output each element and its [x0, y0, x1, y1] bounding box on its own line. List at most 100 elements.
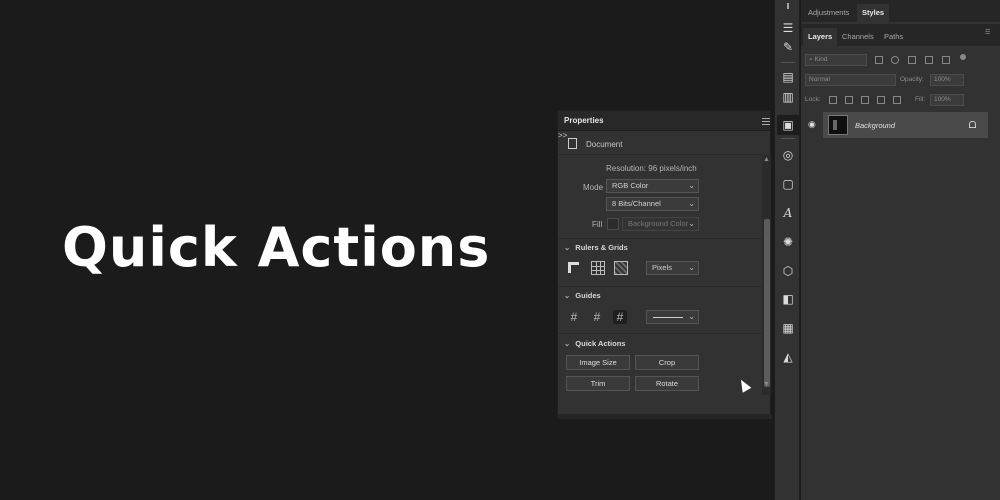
rotate-button[interactable]: Rotate [635, 376, 699, 391]
fill-label: Fill [592, 220, 603, 229]
mode-label: Mode [583, 183, 604, 192]
chevron-down-icon: ⌄ [688, 181, 695, 190]
tab-channels[interactable]: Channels [837, 28, 879, 46]
divider [558, 333, 762, 334]
lock-position-icon[interactable] [861, 96, 869, 104]
panel-resize-bar[interactable] [558, 414, 772, 419]
chevron-down-icon: ⌄ [688, 312, 695, 321]
type-filter-icon[interactable] [908, 56, 916, 64]
gradient-icon[interactable]: ◧ [781, 292, 795, 306]
pixel-filter-icon[interactable] [875, 56, 883, 64]
quick-actions-header[interactable]: ⌄ Quick Actions [564, 339, 625, 348]
divider [558, 286, 762, 287]
units-value: Pixels [652, 263, 673, 272]
tab-adjustments[interactable]: Adjustments [803, 4, 854, 22]
lock-all-icon[interactable] [893, 96, 901, 104]
brush-icon[interactable]: ✎ [781, 40, 795, 54]
glyph-icon[interactable]: ✺ [781, 235, 795, 249]
resolution-text: Resolution: 96 pixels/inch [606, 164, 697, 173]
bit-depth-value: 8 Bits/Channel [612, 199, 661, 208]
units-dropdown[interactable]: Pixels ⌄ [646, 261, 699, 275]
navigator-icon[interactable]: ◎ [781, 148, 795, 162]
divider [781, 62, 795, 63]
pixel-grid-toggle-icon[interactable] [614, 261, 628, 275]
opacity-field[interactable]: 100% [930, 74, 964, 86]
layer-lock-icon [969, 121, 976, 128]
chevron-down-icon: ⌄ [564, 339, 571, 348]
properties-sliders-icon[interactable]: ☰ [781, 21, 795, 35]
adjustment-filter-icon[interactable] [891, 56, 899, 64]
notes-icon[interactable]: ▥ [781, 90, 795, 104]
guide-style-dropdown[interactable]: ⌄ [646, 310, 699, 324]
lock-artboard-icon[interactable] [877, 96, 885, 104]
lock-label: Lock: [805, 96, 821, 103]
adjustments-tab-bar: Adjustments Styles [801, 0, 1000, 22]
rulers-toggle-icon[interactable] [568, 262, 579, 273]
lock-pixels-icon[interactable] [845, 96, 853, 104]
chevron-down-icon: ⌄ [688, 219, 695, 228]
layer-row-background[interactable]: Background [823, 112, 988, 138]
guides-toggle-icon[interactable]: # [567, 310, 581, 324]
smart-guides-icon[interactable]: # [613, 310, 627, 324]
mode-dropdown[interactable]: RGB Color ⌄ [606, 179, 699, 193]
scrollbar-thumb[interactable] [764, 219, 770, 387]
kind-placeholder: Kind [814, 56, 828, 63]
tab-paths[interactable]: Paths [879, 28, 908, 46]
fill-label: Fill: [915, 96, 926, 103]
blend-mode-dropdown[interactable]: Normal [805, 74, 896, 86]
grid-icon[interactable]: ▦ [781, 321, 795, 335]
bit-depth-dropdown[interactable]: 8 Bits/Channel ⌄ [606, 197, 699, 211]
panel-menu-icon[interactable]: ☰ [985, 29, 990, 36]
properties-header[interactable]: Properties [558, 111, 770, 131]
visibility-eye-icon[interactable]: ◉ [808, 119, 816, 130]
properties-title: Properties [564, 116, 604, 125]
smart-object-filter-icon[interactable] [942, 56, 950, 64]
guides-title: Guides [575, 291, 601, 300]
rulers-grids-title: Rulers & Grids [575, 243, 628, 252]
chevron-down-icon: ⌄ [688, 199, 695, 208]
crop-button[interactable]: Crop [635, 355, 699, 370]
image-size-button[interactable]: Image Size [566, 355, 630, 370]
scroll-down-icon[interactable]: ▼ [763, 381, 770, 388]
layer-thumbnail [828, 115, 848, 135]
fill-value: Background Color [628, 219, 689, 228]
chevron-down-icon: ⌄ [564, 291, 571, 300]
quick-actions-title: Quick Actions [575, 339, 626, 348]
properties-icon[interactable]: ▣ [777, 115, 799, 135]
shape-filter-icon[interactable] [925, 56, 933, 64]
rulers-grids-header[interactable]: ⌄ Rulers & Grids [564, 243, 628, 252]
scroll-up-icon[interactable]: ▲ [763, 156, 770, 163]
dock-grip-icon[interactable]: ‖ [781, 0, 795, 14]
line-style-preview [653, 317, 683, 318]
3d-icon[interactable]: ⬡ [781, 264, 795, 278]
character-icon[interactable]: A [781, 206, 795, 220]
fill-color-swatch[interactable] [607, 218, 619, 230]
hero-title: Quick Actions [62, 216, 491, 279]
layers-tab-bar: Layers Channels Paths [801, 24, 1000, 46]
swatches-icon[interactable]: ▢ [781, 177, 795, 191]
shapes-icon[interactable]: ◭ [781, 350, 795, 364]
filter-toggle-icon[interactable] [960, 54, 966, 60]
properties-panel: Properties >> Document ▲ ▼ Resolution: 9… [557, 110, 772, 419]
trim-button[interactable]: Trim [566, 376, 630, 391]
panel-menu-icon[interactable] [762, 118, 770, 127]
layer-name: Background [855, 121, 896, 130]
lock-guides-icon[interactable]: # [590, 310, 604, 324]
layers-panel: ⌕ Kind Normal Opacity: 100% Lock: Fill: … [801, 46, 1000, 500]
layer-kind-filter[interactable]: ⌕ Kind [805, 54, 867, 66]
guides-header[interactable]: ⌄ Guides [564, 291, 601, 300]
history-icon[interactable]: ▤ [781, 70, 795, 84]
grid-toggle-icon[interactable] [591, 261, 605, 275]
fill-field[interactable]: 100% [930, 94, 964, 106]
fill-dropdown[interactable]: Background Color ⌄ [622, 217, 699, 231]
lock-transparent-icon[interactable] [829, 96, 837, 104]
opacity-label: Opacity: [900, 76, 924, 83]
panel-dock-toolbar: ‖ ☰ ✎ ▤ ▥ ▣ ◎ ▢ A ✺ ⬡ ◧ ▦ ◭ [774, 0, 800, 500]
fill-value: 100% [934, 96, 951, 103]
divider [558, 238, 762, 239]
document-label: Document [586, 140, 623, 149]
tab-layers[interactable]: Layers [803, 28, 838, 46]
mode-value: RGB Color [612, 181, 649, 190]
tab-styles[interactable]: Styles [857, 4, 890, 22]
opacity-value: 100% [934, 76, 951, 83]
